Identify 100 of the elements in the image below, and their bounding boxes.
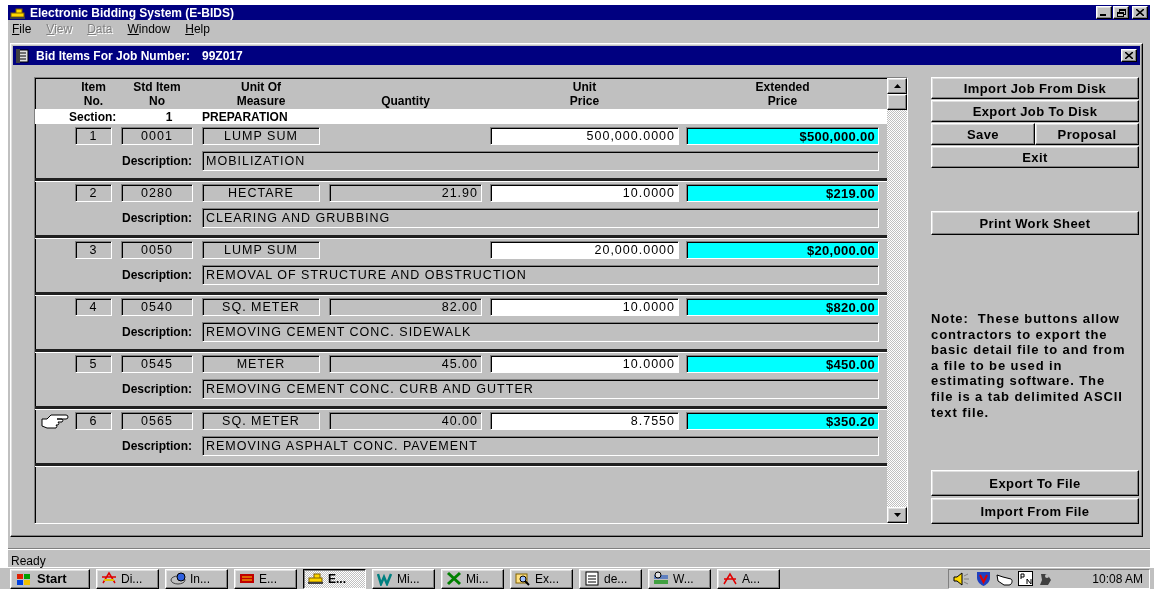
extended-price-field: $450.00 [686,355,879,373]
taskbar-button[interactable]: Ex... [510,568,573,589]
print-work-sheet-button[interactable]: Print Work Sheet [931,211,1139,235]
app-icon [584,571,600,586]
unit-price-field[interactable]: 20,000.0000 [490,241,679,259]
down-arrow-icon [893,513,901,517]
windows-logo-icon [15,571,33,586]
taskbar-button[interactable]: Di... [96,568,159,589]
column-header: Item No. [80,80,107,108]
std-item-field: 0565 [121,412,193,430]
app-icon [377,571,393,586]
section-name: PREPARATION [202,109,288,124]
app-icon [101,571,117,586]
export-job-button[interactable]: Export Job To Disk [931,100,1139,122]
description-label: Description: [121,439,192,453]
extended-price-field: $820.00 [686,298,879,316]
proposal-button[interactable]: Proposal [1035,123,1139,145]
quantity-field: 21.90 [329,184,482,202]
document-icon [16,48,30,63]
start-button[interactable]: Start [10,568,90,589]
description-label: Description: [121,325,192,339]
window-title: Electronic Bidding System (E-BIDS) [30,5,236,20]
close-button[interactable] [1121,49,1137,62]
restore-icon [1116,8,1126,17]
unit-price-field[interactable]: 8.7550 [490,412,679,430]
description-field: REMOVING CEMENT CONC. SIDEWALK [202,322,879,342]
column-header: Unit Price [568,80,601,108]
app-icon [308,571,324,586]
unit-field: METER [202,355,320,373]
job-number: 99Z017 [202,48,243,63]
save-button[interactable]: Save [931,123,1035,145]
shield-icon[interactable] [976,571,991,586]
taskbar-button[interactable]: E... [234,568,297,589]
vehicle-icon [10,6,26,19]
description-field: MOBILIZATION [202,151,879,171]
app-icon [170,571,186,586]
unit-field: LUMP SUM [202,241,320,259]
description-field: CLEARING AND GRUBBING [202,208,879,228]
item-number-field: 1 [75,127,112,145]
std-item-field: 0280 [121,184,193,202]
description-field: REMOVING CEMENT CONC. CURB AND GUTTER [202,379,879,399]
quantity-field: 45.00 [329,355,482,373]
std-item-field: 0540 [121,298,193,316]
app-icon [239,571,255,586]
menu-item[interactable]: Help [185,22,210,36]
import-file-button[interactable]: Import From File [931,498,1139,524]
description-label: Description: [121,268,192,282]
item-number-field: 2 [75,184,112,202]
extended-price-field: $350.20 [686,412,879,430]
item-number-field: 4 [75,298,112,316]
description-label: Description: [121,211,192,225]
child-window-title: Bid Items For Job Number: [36,48,190,63]
status-text: Ready [11,554,46,568]
unit-price-field[interactable]: 500,000.0000 [490,127,679,145]
app-icon [722,571,738,586]
close-icon [1136,9,1144,16]
section-number: 1 [164,109,174,124]
extended-price-field: $500,000.00 [686,127,879,145]
unit-field: LUMP SUM [202,127,320,145]
minimize-button[interactable] [1096,6,1112,19]
unit-price-field[interactable]: 10.0000 [490,298,679,316]
taskbar-button[interactable]: de... [579,568,642,589]
section-label: Section: [69,109,118,124]
up-arrow-icon [893,84,901,88]
item-number-field: 6 [75,412,112,430]
description-field: REMOVING ASPHALT CONC. PAVEMENT [202,436,879,456]
app-icon [515,571,531,586]
unit-price-field[interactable]: 10.0000 [490,184,679,202]
description-field: REMOVAL OF STRUCTURE AND OBSTRUCTION [202,265,879,285]
taskbar-button[interactable]: In... [165,568,228,589]
unit-field: HECTARE [202,184,320,202]
quantity-field: 40.00 [329,412,482,430]
item-number-field: 3 [75,241,112,259]
scroll-up-button[interactable] [887,78,907,94]
std-item-field: 0050 [121,241,193,259]
scroll-down-button[interactable] [887,507,907,523]
taskbar-button[interactable]: Mi... [372,568,435,589]
speaker-icon[interactable] [953,571,971,586]
taskbar-button[interactable]: W... [648,568,711,589]
export-file-button[interactable]: Export To File [931,470,1139,496]
app-icon [653,571,669,586]
taskbar-button[interactable]: Mi... [441,568,504,589]
import-job-button[interactable]: Import Job From Disk [931,77,1139,99]
description-label: Description: [121,154,192,168]
note-text: Note: These buttons allow contractors to export the basic detail file to and from a file to be used in estimating software. The file is a tab delimited ASCII text file. [931,311,1127,421]
menu-item[interactable]: File [12,22,32,36]
exit-button[interactable]: Exit [931,146,1139,168]
taskbar-button[interactable]: E... [303,568,366,589]
menu-item[interactable]: Window [127,22,171,36]
std-item-field: 0545 [121,355,193,373]
close-button[interactable] [1132,6,1148,19]
scrollbar-thumb[interactable] [887,94,907,110]
unit-field: SQ. METER [202,412,320,430]
quantity-field: 82.00 [329,298,482,316]
unit-price-field[interactable]: 10.0000 [490,355,679,373]
keyboard-icon[interactable] [1018,571,1033,586]
column-header: Extended Price [754,80,811,108]
taskbar-button[interactable]: A... [717,568,780,589]
restore-button[interactable] [1113,6,1129,19]
extended-price-field: $20,000.00 [686,241,879,259]
